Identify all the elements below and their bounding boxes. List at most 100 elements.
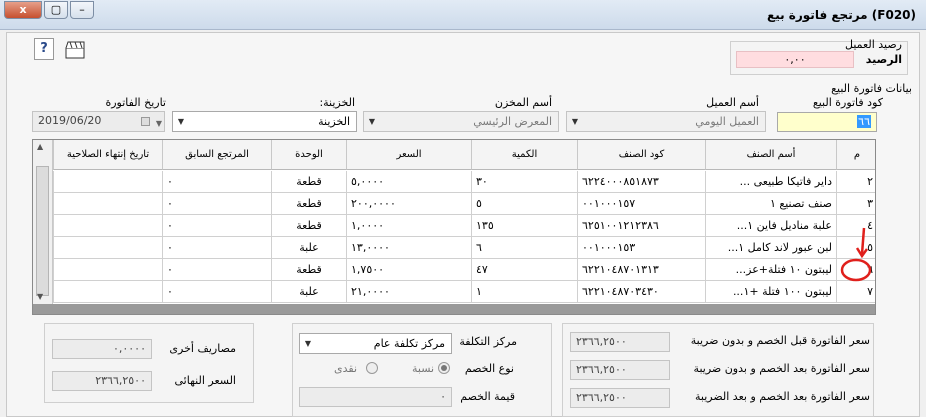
column-header-price[interactable]: السعر <box>346 140 471 170</box>
cell-unit[interactable]: قطعة <box>271 193 346 215</box>
cell-unit[interactable]: علبة <box>271 237 346 259</box>
chevron-down-icon: ▼ <box>368 117 376 126</box>
store-name-label: أسم المخزن <box>494 96 552 109</box>
column-header-expiry-date[interactable]: تاريخ إنتهاء الصلاحية <box>53 140 162 170</box>
column-header-unit[interactable]: الوحدة <box>271 140 346 170</box>
cell-expiry-date[interactable] <box>53 193 162 215</box>
window-title: (F020) مرتجع فاتورة بيع <box>767 8 916 22</box>
discount-percent-radio[interactable] <box>438 362 450 374</box>
cell-item-name[interactable]: علبة مناديل فاين ١... <box>705 215 836 237</box>
cost-center-combo[interactable]: ▼ مركز تكلفة عام <box>299 333 452 354</box>
cell-price[interactable]: ٢١,٠٠٠٠ <box>346 281 471 303</box>
cell-expiry-date[interactable] <box>53 259 162 281</box>
window-maximize-button[interactable]: ▢ <box>44 1 68 19</box>
cell-previous-return[interactable]: ٠ <box>162 193 271 215</box>
cell-quantity[interactable]: ١ <box>471 281 577 303</box>
cell-previous-return[interactable]: ٠ <box>162 281 271 303</box>
treasury-label: الخزينة: <box>319 96 355 109</box>
cell-item-name[interactable]: لبن عبور لاند كامل ١... <box>705 237 836 259</box>
cell-previous-return[interactable]: ٠ <box>162 237 271 259</box>
cell-item-code[interactable]: ٦٢٢٤٠٠٠٨٥١٨٧٣ <box>577 171 705 193</box>
table-row[interactable]: ٥ لبن عبور لاند كامل ١... ٠٠١٠٠٠١٥٣ ٦ ١٣,٠٠٠… <box>33 237 875 259</box>
treasury-combo[interactable]: ▼ الخزينة <box>172 111 357 132</box>
cell-item-name[interactable]: داير فاتيكا طبيعى ... <box>705 171 836 193</box>
discount-value-label: قيمة الخصم <box>460 390 515 403</box>
chevron-down-icon: ▼ <box>155 119 162 128</box>
chevron-down-icon: ▼ <box>571 117 579 126</box>
annotation-arrow <box>836 226 880 286</box>
column-header-previous-return[interactable]: المرتجع السابق <box>162 140 271 170</box>
window-minimize-button[interactable]: – <box>70 1 94 19</box>
cell-previous-return[interactable]: ٠ <box>162 259 271 281</box>
cell-quantity[interactable]: ٦ <box>471 237 577 259</box>
cell-previous-return[interactable]: ٠ <box>162 215 271 237</box>
cell-item-name[interactable]: صنف تصنيع ١ <box>705 193 836 215</box>
cell-price[interactable]: ٥,٠٠٠٠ <box>346 171 471 193</box>
invoice-date-picker[interactable]: 2019/06/20 ▼ <box>32 111 165 132</box>
cell-num[interactable]: ٢ <box>836 171 875 193</box>
cell-num[interactable]: ٣ <box>836 193 875 215</box>
grid-footer-bar <box>33 304 875 314</box>
cell-item-code[interactable]: ٦٢٢١٠٤٨٧٠٣٤٣٠ <box>577 281 705 303</box>
discount-type-label: نوع الخصم <box>464 362 514 375</box>
cell-expiry-date[interactable] <box>53 215 162 237</box>
cell-item-code[interactable]: ٦٢٢١٠٤٨٧٠١٣١٣ <box>577 259 705 281</box>
column-header-item-name[interactable]: أسم الصنف <box>705 140 836 170</box>
cell-quantity[interactable]: ١٣٥ <box>471 215 577 237</box>
items-grid[interactable]: م أسم الصنف كود الصنف الكمية السعر الوحد… <box>32 139 876 315</box>
cell-unit[interactable]: قطعة <box>271 259 346 281</box>
table-row[interactable]: ٣ صنف تصنيع ١ ٠٠١٠٠٠١٥٧ ٥ ٢٠٠,٠٠٠٠ قطعة ٠ <box>33 193 875 215</box>
cell-item-code[interactable]: ٠٠١٠٠٠١٥٣ <box>577 237 705 259</box>
final-price-value: ٢٣٦٦,٢٥٠٠ <box>52 371 152 391</box>
cell-price[interactable]: ١,٠٠٠٠ <box>346 215 471 237</box>
store-name-combo[interactable]: ▼ المعرض الرئيسي <box>363 111 559 132</box>
chevron-down-icon: ▼ <box>304 339 312 348</box>
clapperboard-icon[interactable] <box>64 40 86 60</box>
balance-value: ٠,٠٠ <box>736 51 854 68</box>
cell-quantity[interactable]: ٤٧ <box>471 259 577 281</box>
cell-price[interactable]: ٢٠٠,٠٠٠٠ <box>346 193 471 215</box>
cell-unit[interactable]: علبة <box>271 281 346 303</box>
cell-quantity[interactable]: ٣٠ <box>471 171 577 193</box>
cell-price[interactable]: ١٣,٠٠٠٠ <box>346 237 471 259</box>
column-header-item-code[interactable]: كود الصنف <box>577 140 705 170</box>
discount-value-input[interactable]: ٠ <box>299 387 452 407</box>
cell-item-code[interactable]: ٠٠١٠٠٠١٥٧ <box>577 193 705 215</box>
cell-previous-return[interactable]: ٠ <box>162 171 271 193</box>
cell-unit[interactable]: قطعة <box>271 171 346 193</box>
invoice-date-label: تاريخ الفاتورة <box>105 96 166 109</box>
table-row[interactable]: ٢ داير فاتيكا طبيعى ... ٦٢٢٤٠٠٠٨٥١٨٧٣ ٣٠ ٥,٠… <box>33 171 875 193</box>
customer-name-label: أسم العميل <box>706 96 759 109</box>
cell-quantity[interactable]: ٥ <box>471 193 577 215</box>
table-row[interactable]: ٦ ليبتون ١٠ فتلة+عز... ٦٢٢١٠٤٨٧٠١٣١٣ ٤٧ ١,٧٥… <box>33 259 875 281</box>
discount-cash-label: نقدى <box>334 362 358 375</box>
customer-balance-title: رصيد العميل <box>845 38 902 51</box>
cell-price[interactable]: ١,٧٥٠٠ <box>346 259 471 281</box>
help-icon[interactable]: ? <box>34 38 54 60</box>
date-checkbox[interactable] <box>141 117 150 126</box>
total-after-tax-value: ٢٣٦٦,٢٥٠٠ <box>570 388 670 408</box>
column-header-num[interactable]: م <box>836 140 875 170</box>
cell-item-name[interactable]: ليبتون ١٠ فتلة+عز... <box>705 259 836 281</box>
cell-expiry-date[interactable] <box>53 171 162 193</box>
window-close-button[interactable]: x <box>4 1 42 19</box>
cell-expiry-date[interactable] <box>53 237 162 259</box>
invoice-code-input[interactable]: ٦٦ <box>777 112 877 132</box>
cell-item-code[interactable]: ٦٢٥١٠٠١٢١٢٣٨٦ <box>577 215 705 237</box>
total-before-discount-value: ٢٣٦٦,٢٥٠٠ <box>570 332 670 352</box>
balance-label: الرصيد <box>865 53 902 66</box>
cell-expiry-date[interactable] <box>53 281 162 303</box>
total-after-tax-label: سعر الفاتورة بعد الخصم و بعد الضريبة <box>695 390 870 403</box>
cell-item-name[interactable]: ليبتون ١٠٠ فتلة +١... <box>705 281 836 303</box>
customer-name-combo[interactable]: ▼ العميل اليومي <box>566 111 766 132</box>
total-after-discount-label: سعر الفاتورة بعد الخصم و بدون ضريبة <box>693 362 870 375</box>
final-price-label: السعر النهائى <box>174 374 236 387</box>
cell-unit[interactable]: قطعة <box>271 215 346 237</box>
column-header-quantity[interactable]: الكمية <box>471 140 577 170</box>
scroll-up-icon[interactable]: ▲ <box>37 142 43 151</box>
discount-percent-label: نسبة <box>412 362 435 375</box>
other-expenses-input[interactable]: ٠,٠٠٠٠ <box>52 339 152 359</box>
table-row[interactable]: ٧ ليبتون ١٠٠ فتلة +١... ٦٢٢١٠٤٨٧٠٣٤٣٠ ١ ٢١,٠… <box>33 281 875 303</box>
discount-cash-radio[interactable] <box>366 362 378 374</box>
table-row[interactable]: ٤ علبة مناديل فاين ١... ٦٢٥١٠٠١٢١٢٣٨٦ ١٣٥ ١,… <box>33 215 875 237</box>
